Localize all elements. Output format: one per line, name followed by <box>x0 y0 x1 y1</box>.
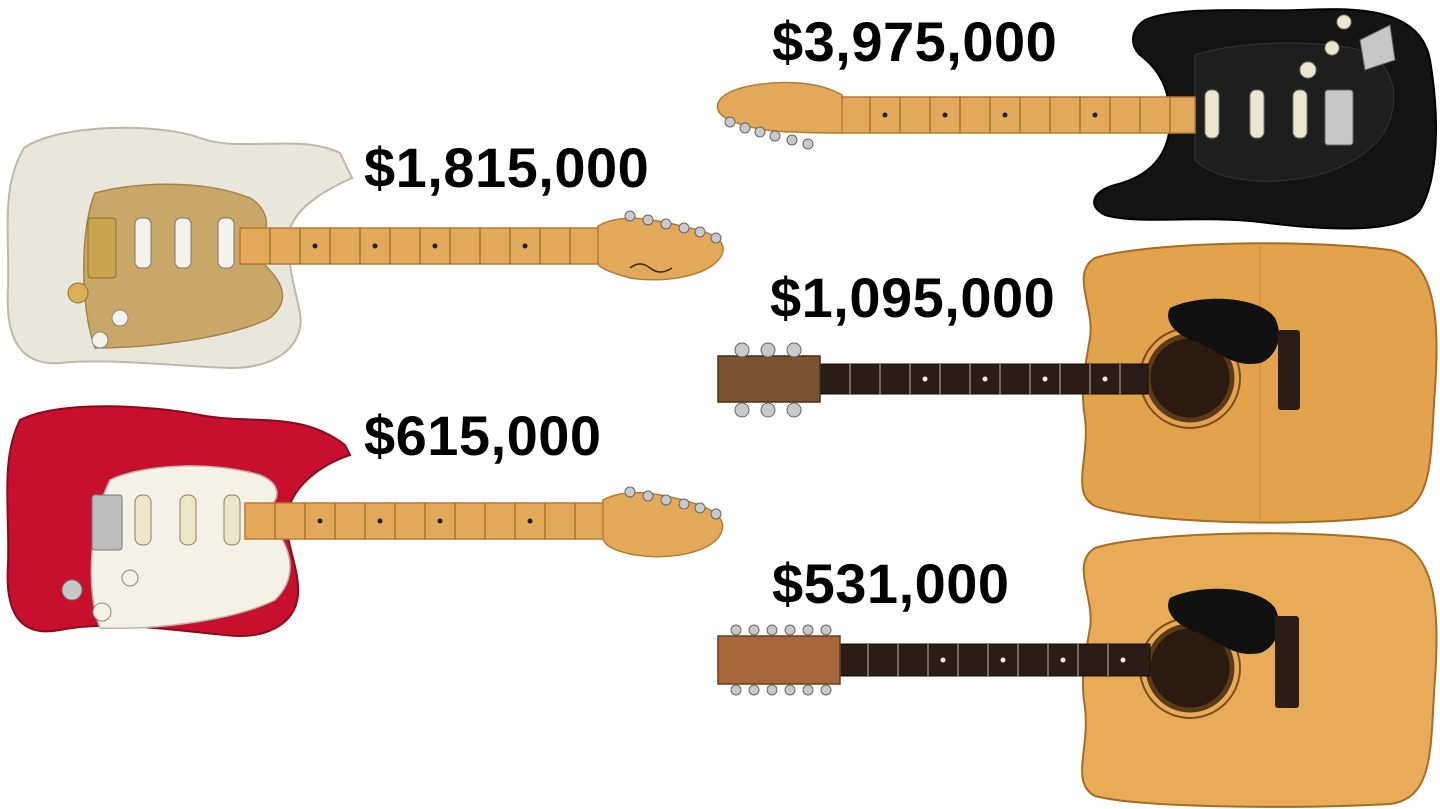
guitar-price-collage: $1,815,000 $615,000 $3,975,000 $1,095,00… <box>0 0 1440 809</box>
price-label-red-strat: $615,000 <box>364 404 602 467</box>
price-label-white-strat: $1,815,000 <box>364 136 650 199</box>
price-label-acoustic-12-string: $531,000 <box>772 552 1010 615</box>
price-label-acoustic-6-string: $1,095,000 <box>770 266 1056 329</box>
price-label-black-strat: $3,975,000 <box>772 10 1058 73</box>
